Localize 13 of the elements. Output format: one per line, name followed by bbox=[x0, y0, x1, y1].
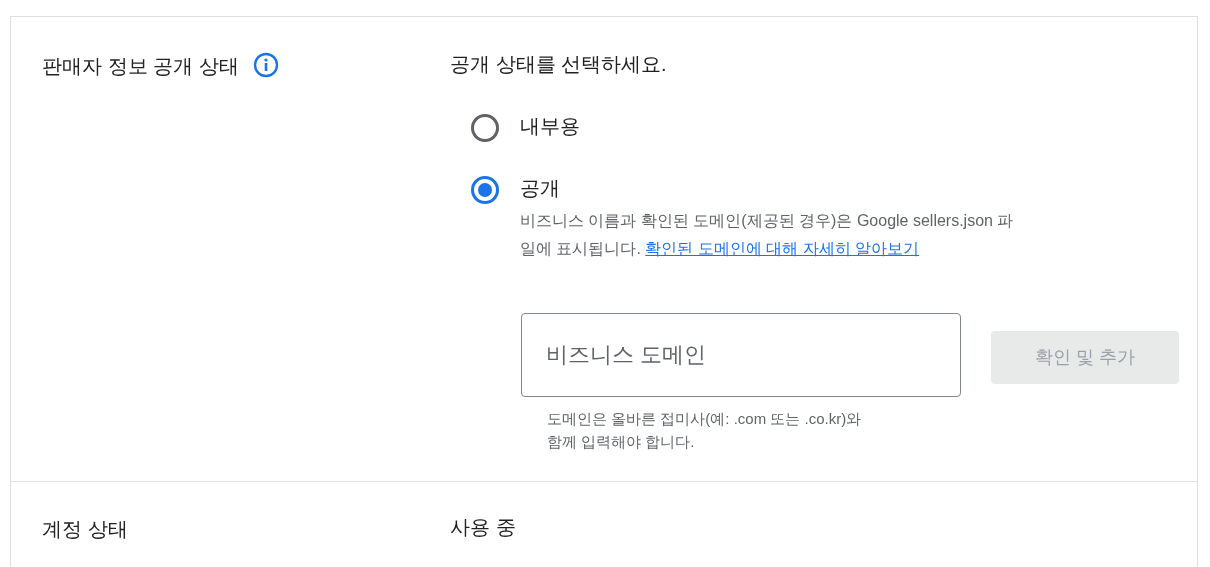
status-value: 사용 중 bbox=[450, 515, 517, 540]
radio-button[interactable] bbox=[470, 111, 500, 141]
radio-button[interactable] bbox=[470, 173, 500, 203]
learn-more-link[interactable]: 확인된 도메인에 대해 자세히 알아보기 bbox=[645, 240, 920, 257]
option-label: 내부용 bbox=[520, 114, 580, 139]
domain-input-field[interactable]: 비즈니스 도메인 bbox=[521, 313, 961, 397]
option-label: 공개 bbox=[520, 176, 561, 201]
section-label: 판매자 정보 공개 상태 bbox=[42, 54, 239, 79]
helper-text: 도메인은 올바른 접미사(예: .com 또는 .co.kr)와 함께 입력해야 합니다. bbox=[547, 409, 863, 452]
section-label: 계정 상태 bbox=[42, 517, 128, 542]
prompt-text: 공개 상태를 선택하세요. bbox=[450, 52, 668, 77]
description-text: 비즈니스 이름과 확인된 도메인(제공된 경우)은 Google sellers.json 파일에 표시됩니다. 확인된 도메인에 대해 자세히 알아보기 bbox=[520, 211, 1015, 259]
info-icon[interactable] bbox=[252, 52, 279, 78]
